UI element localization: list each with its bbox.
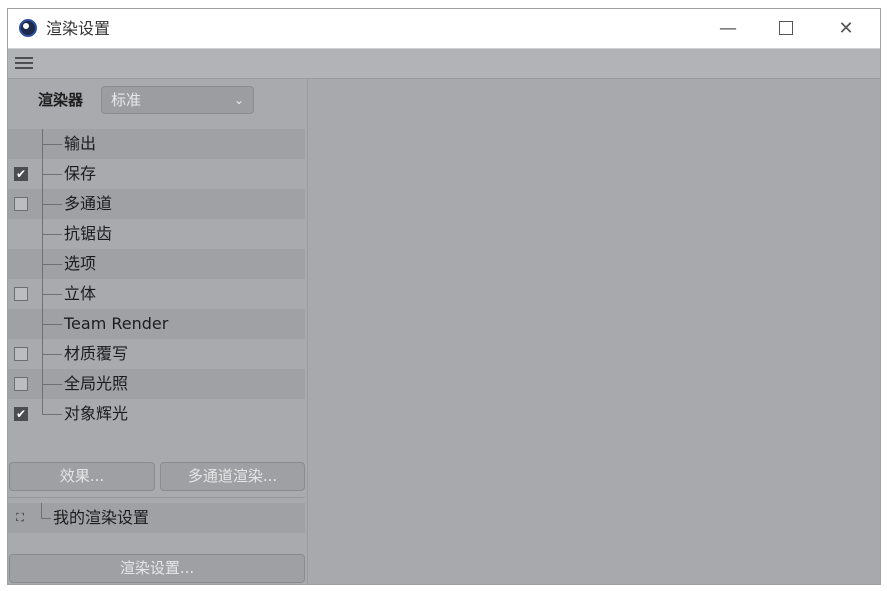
render-preset-label: 我的渲染设置 [53,508,150,527]
tree-connector [42,144,62,145]
tree-item[interactable]: 立体 [8,279,305,309]
tree-item-label: 材质覆写 [64,344,129,363]
checkbox[interactable] [14,347,28,361]
maximize-button[interactable] [756,9,816,49]
tree-item[interactable]: ✔ 对象辉光 [8,399,305,429]
tree-item-label: 对象辉光 [64,404,129,423]
window-title: 渲染设置 [46,19,111,38]
title-bar[interactable]: 渲染设置 — ✕ [8,9,880,49]
tree-item[interactable]: 选项 [8,249,305,279]
tree-connector [41,503,42,519]
tree-connector [42,294,62,295]
checkbox[interactable] [14,197,28,211]
effects-button[interactable]: 效果... [9,462,155,491]
renderer-selected-value: 标准 [111,91,142,109]
checkbox-checked[interactable]: ✔ [14,167,28,181]
render-settings-button[interactable]: 渲染设置... [9,554,305,583]
tree-item-label: 选项 [64,254,97,273]
render-settings-window: 渲染设置 — ✕ 渲染器 标准 ⌄ 输出 ✔ 保存多通道抗锯齿选项立体 Team Re… [7,8,881,585]
tree-connector [41,518,51,519]
settings-tree: 输出 ✔ 保存多通道抗锯齿选项立体 Team Render 材质覆写全局光照 ✔ 对象辉光 [8,129,305,429]
render-preset-item[interactable]: ⛶ 我的渲染设置 [8,503,305,533]
multipass-render-button[interactable]: 多通道渲染... [160,462,305,491]
settings-sidebar: 渲染器 标准 ⌄ 输出 ✔ 保存多通道抗锯齿选项立体 Team Render 材质覆写全… [8,79,308,584]
minimize-button[interactable]: — [698,9,758,49]
tree-item[interactable]: Team Render [8,309,305,339]
chevron-down-icon: ⌄ [233,93,244,107]
tree-connector [42,384,62,385]
tree-item-label: 保存 [64,164,97,183]
renderer-dropdown[interactable]: 标准 ⌄ [101,86,254,114]
tree-item[interactable]: ✔ 保存 [8,159,305,189]
tree-connector [42,324,62,325]
tree-item[interactable]: 输出 [8,129,305,159]
tree-item[interactable]: 材质覆写 [8,339,305,369]
tree-item-label: 多通道 [64,194,113,213]
tree-item[interactable]: 全局光照 [8,369,305,399]
tree-connector [42,414,62,415]
tree-item[interactable]: 抗锯齿 [8,219,305,249]
tree-connector [42,174,62,175]
tree-connector [42,234,62,235]
tree-item-label: 抗锯齿 [64,224,113,243]
checkbox[interactable] [14,377,28,391]
cinema4d-logo-icon [19,19,37,37]
tree-item-label: 立体 [64,284,97,303]
tree-item-label: 输出 [64,134,97,153]
maximize-icon [779,20,793,35]
checkbox-checked[interactable]: ✔ [14,407,28,421]
renderer-label: 渲染器 [38,91,84,109]
close-button[interactable]: ✕ [816,9,876,49]
render-preset-icon: ⛶ [16,511,24,524]
tree-connector [42,354,62,355]
tree-item-label: 全局光照 [64,374,129,393]
checkbox[interactable] [14,287,28,301]
tree-connector [42,399,43,415]
tree-connector [42,264,62,265]
settings-content-area [309,79,880,584]
hamburger-menu-icon[interactable] [15,57,33,69]
divider [8,497,305,498]
tree-connector [42,204,62,205]
tree-item-label: Team Render [64,314,169,333]
menu-bar [8,49,880,79]
tree-item[interactable]: 多通道 [8,189,305,219]
